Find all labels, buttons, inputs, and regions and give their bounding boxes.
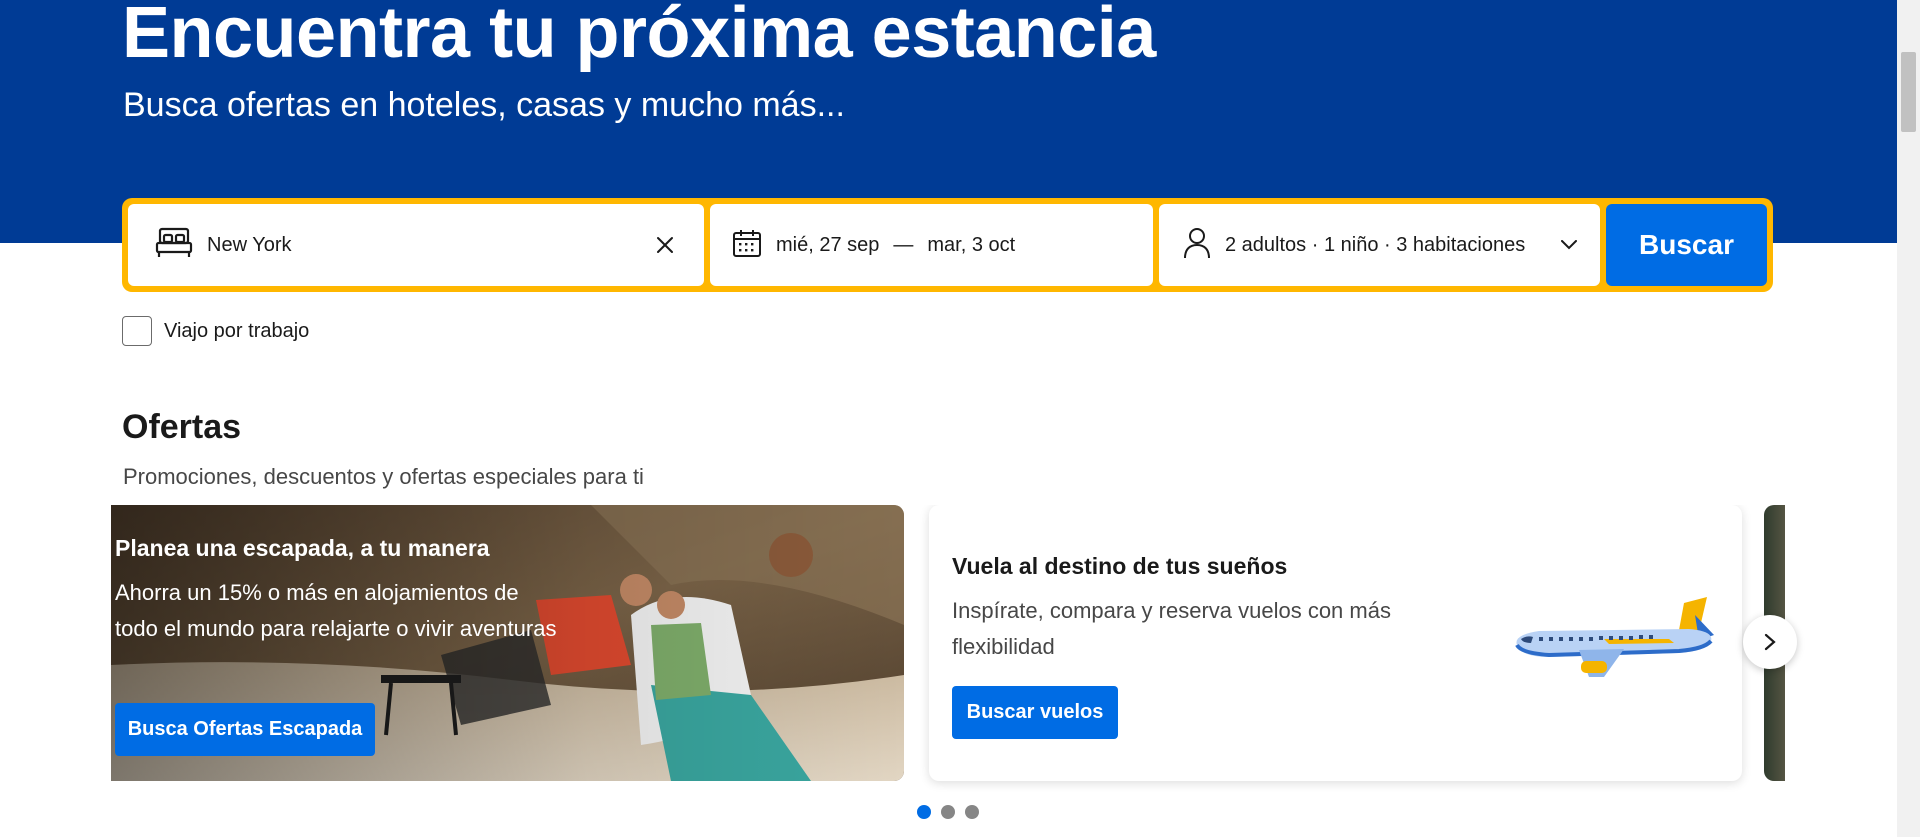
hero-subtitle: Busca ofertas en hoteles, casas y mucho … — [123, 86, 845, 124]
search-button[interactable]: Buscar — [1606, 204, 1767, 286]
page-scrollbar[interactable] — [1897, 0, 1920, 837]
bed-icon — [155, 227, 193, 264]
dates-field[interactable]: mié, 27 sep — mar, 3 oct — [710, 204, 1153, 286]
destination-input[interactable]: New York — [207, 234, 292, 257]
date-separator: — — [893, 233, 914, 256]
work-trip-label[interactable]: Viajo por trabajo — [164, 320, 309, 343]
person-icon — [1183, 227, 1211, 264]
offer-card-title: Planea una escapada, a tu manera — [115, 535, 490, 561]
pagination-dot[interactable] — [941, 805, 955, 819]
checkin-date[interactable]: mié, 27 sep — [776, 234, 879, 257]
work-trip-option[interactable]: Viajo por trabajo — [122, 316, 309, 346]
chevron-right-icon[interactable] — [1743, 615, 1797, 669]
destination-field[interactable]: New York — [128, 204, 704, 286]
chevron-down-icon[interactable] — [1554, 230, 1584, 260]
guests-field[interactable]: 2 adultos · 1 niño · 3 habitaciones — [1159, 204, 1600, 286]
pagination-dot[interactable] — [965, 805, 979, 819]
offer-card-title: Vuela al destino de tus sueños — [952, 553, 1288, 579]
scrollbar-thumb[interactable] — [1901, 52, 1916, 132]
offers-title: Ofertas — [122, 408, 242, 446]
offer-card-getaway[interactable]: Planea una escapada, a tu manera Ahorra … — [111, 505, 904, 781]
airplane-icon — [1515, 597, 1714, 677]
getaway-deals-button[interactable]: Busca Ofertas Escapada — [115, 703, 375, 756]
offers-subtitle: Promociones, descuentos y ofertas especi… — [123, 464, 644, 489]
work-trip-checkbox[interactable] — [122, 316, 152, 346]
pagination-dot[interactable] — [917, 805, 931, 819]
checkout-date[interactable]: mar, 3 oct — [927, 234, 1015, 257]
hero-title: Encuentra tu próxima estancia — [122, 0, 1156, 73]
close-icon[interactable] — [646, 226, 684, 264]
offer-card-text: Inspírate, compara y reserva vuelos con … — [952, 598, 1391, 659]
offers-carousel: Planea una escapada, a tu manera Ahorra … — [111, 505, 1785, 793]
calendar-icon — [732, 228, 762, 263]
guests-summary[interactable]: 2 adultos · 1 niño · 3 habitaciones — [1225, 234, 1525, 257]
carousel-pagination — [917, 805, 979, 819]
offer-card-flights[interactable]: Vuela al destino de tus sueños Inspírate… — [929, 505, 1742, 781]
search-bar: New York mié, 27 sep — mar, 3 oct 2 adul… — [122, 198, 1773, 292]
search-flights-button[interactable]: Buscar vuelos — [952, 686, 1118, 739]
offer-card-text: Ahorra un 15% o más en alojamientos de t… — [115, 580, 557, 641]
